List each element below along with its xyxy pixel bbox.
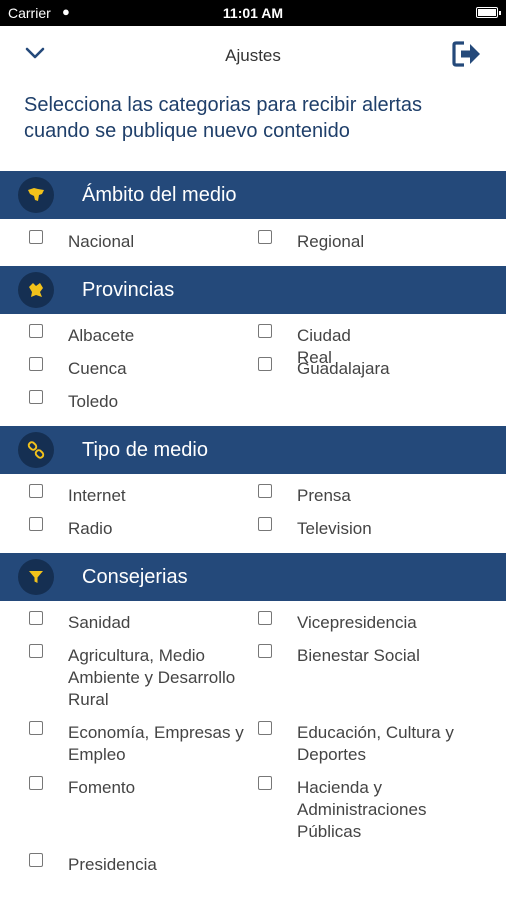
- checkbox[interactable]: [258, 721, 272, 735]
- battery-icon: [476, 7, 501, 18]
- option-label: Presidencia: [68, 855, 157, 874]
- map-region-icon: [18, 272, 54, 308]
- checkbox[interactable]: [258, 517, 272, 531]
- map-icon: [18, 177, 54, 213]
- logout-icon[interactable]: [452, 40, 482, 68]
- section-header-ambito: Ámbito del medio: [0, 171, 506, 219]
- checkbox[interactable]: [258, 484, 272, 498]
- section-title: Tipo de medio: [82, 439, 208, 461]
- checkbox[interactable]: [29, 324, 43, 338]
- page-title: Ajustes: [225, 46, 281, 65]
- checkbox[interactable]: [29, 390, 43, 404]
- section-title: Consejerias: [82, 566, 188, 588]
- status-time: 11:01 AM: [222, 5, 284, 21]
- section-header-provincias: Provincias: [0, 266, 506, 314]
- checkbox[interactable]: [29, 721, 43, 735]
- checkbox[interactable]: [29, 776, 43, 790]
- option-label: Nacional: [68, 232, 135, 251]
- link-icon: [18, 432, 54, 468]
- intro-text: Selecciona las categorias para recibir a…: [24, 94, 422, 142]
- option-label: Albacete: [68, 326, 135, 345]
- status-bar: Carrier ● 11:01 AM: [0, 0, 506, 26]
- checkbox[interactable]: [258, 776, 272, 790]
- option-label: Bienestar Social: [297, 646, 420, 665]
- option-label: Guadalajara: [297, 359, 390, 378]
- checkbox[interactable]: [29, 853, 43, 867]
- checkbox[interactable]: [258, 230, 272, 244]
- option-label: Toledo: [68, 392, 119, 411]
- option-label: Internet: [68, 486, 126, 505]
- checkbox[interactable]: [258, 324, 272, 338]
- option-label: Regional: [297, 232, 365, 251]
- checkbox[interactable]: [29, 484, 43, 498]
- option-label: Radio: [68, 519, 113, 538]
- option-label: Prensa: [297, 486, 351, 505]
- option-label: Vicepresidencia: [297, 613, 417, 632]
- section-title: Provincias: [82, 279, 175, 301]
- option-label: Cuenca: [68, 359, 127, 378]
- option-label: Agricultura, Medio Ambiente y Desarrollo…: [68, 646, 236, 709]
- option-label: Hacienda y Administraciones Públicas: [297, 778, 427, 841]
- navigation-bar: Ajustes: [0, 26, 506, 84]
- checkbox[interactable]: [29, 230, 43, 244]
- option-label: Economía, Empresas y Empleo: [68, 723, 244, 764]
- filter-icon: [18, 559, 54, 595]
- checkbox[interactable]: [258, 357, 272, 371]
- checkbox[interactable]: [258, 611, 272, 625]
- section-title: Ámbito del medio: [82, 184, 237, 206]
- section-header-consejerias: Consejerias: [0, 553, 506, 601]
- option-label: Sanidad: [68, 613, 131, 632]
- option-label: Fomento: [68, 778, 136, 797]
- option-label: Educación, Cultura y Deportes: [297, 723, 454, 764]
- option-label: Television: [297, 519, 372, 538]
- checkbox[interactable]: [29, 517, 43, 531]
- section-header-tipo: Tipo de medio: [0, 426, 506, 474]
- checkbox[interactable]: [258, 644, 272, 658]
- checkbox[interactable]: [29, 611, 43, 625]
- checkbox[interactable]: [29, 357, 43, 371]
- checkbox[interactable]: [29, 644, 43, 658]
